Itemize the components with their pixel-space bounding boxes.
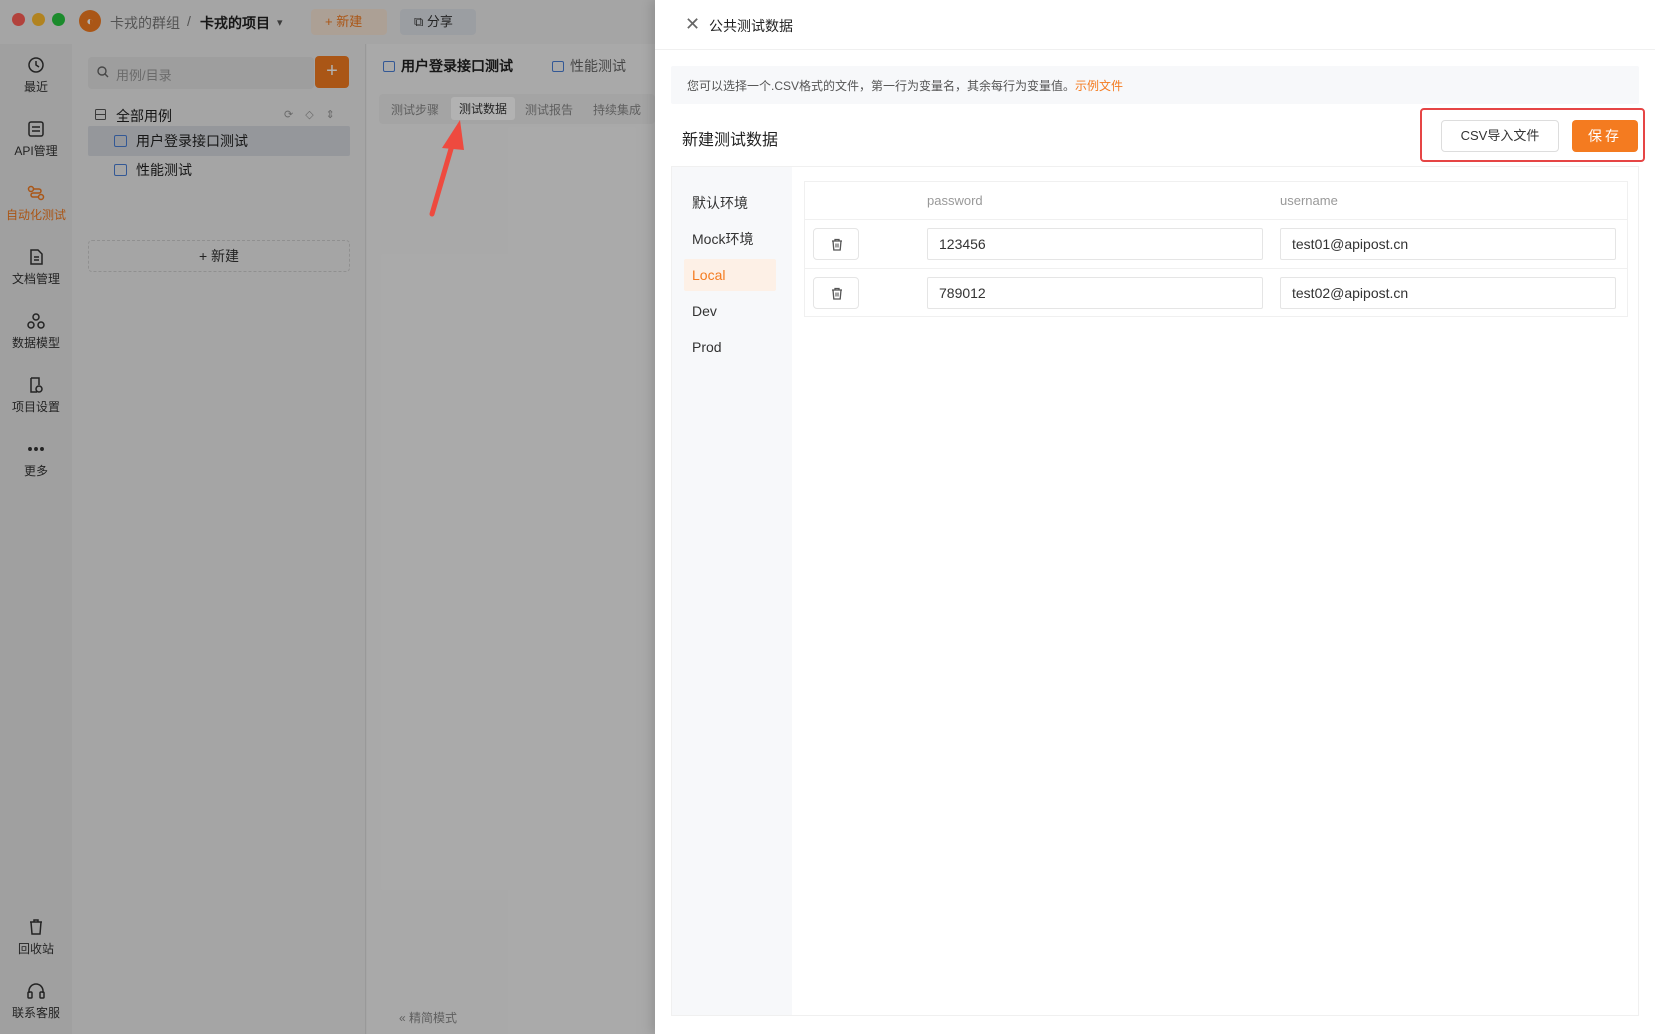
delete-row-button[interactable]	[813, 228, 859, 260]
modal-overlay[interactable]	[0, 0, 655, 1034]
trash-icon	[832, 238, 842, 251]
close-icon[interactable]: ✕	[685, 14, 700, 34]
environment-list: 默认环境 Mock环境 Local Dev Prod	[672, 167, 792, 1015]
section-title: 新建测试数据	[682, 132, 779, 149]
password-cell-input[interactable]: 123456	[927, 228, 1263, 260]
csv-import-button[interactable]: CSV导入文件	[1441, 120, 1559, 152]
env-item-mock[interactable]: Mock环境	[684, 223, 776, 255]
username-cell-input[interactable]: test01@apipost.cn	[1280, 228, 1616, 260]
column-header-password: password	[927, 193, 983, 208]
env-item-dev[interactable]: Dev	[684, 295, 776, 327]
test-data-panel: 默认环境 Mock环境 Local Dev Prod password user…	[671, 166, 1639, 1016]
tip-text: 您可以选择一个.CSV格式的文件，第一行为变量名，其余每行为变量值。	[687, 79, 1076, 93]
public-test-data-drawer: ✕ 公共测试数据 您可以选择一个.CSV格式的文件，第一行为变量名，其余每行为变…	[655, 0, 1655, 1034]
username-cell-input[interactable]: test02@apipost.cn	[1280, 277, 1616, 309]
column-header-username: username	[1280, 193, 1338, 208]
table-row: 123456 test01@apipost.cn	[805, 219, 1627, 269]
drawer-header: ✕ 公共测试数据	[655, 0, 1655, 50]
delete-row-button[interactable]	[813, 277, 859, 309]
annotation-arrow-icon	[429, 120, 464, 217]
csv-tip-bar: 您可以选择一个.CSV格式的文件，第一行为变量名，其余每行为变量值。示例文件	[671, 66, 1639, 104]
trash-icon	[832, 287, 842, 300]
env-item-default[interactable]: 默认环境	[684, 187, 776, 219]
save-button[interactable]: 保存	[1572, 120, 1638, 152]
password-cell-input[interactable]: 789012	[927, 277, 1263, 309]
env-item-local[interactable]: Local	[684, 259, 776, 291]
test-data-table: password username 123456 test01@apipost.…	[804, 181, 1628, 317]
drawer-title: 公共测试数据	[709, 18, 793, 34]
table-row: 789012 test02@apipost.cn	[805, 268, 1627, 318]
env-item-prod[interactable]: Prod	[684, 331, 776, 363]
sample-file-link[interactable]: 示例文件	[1075, 79, 1123, 93]
